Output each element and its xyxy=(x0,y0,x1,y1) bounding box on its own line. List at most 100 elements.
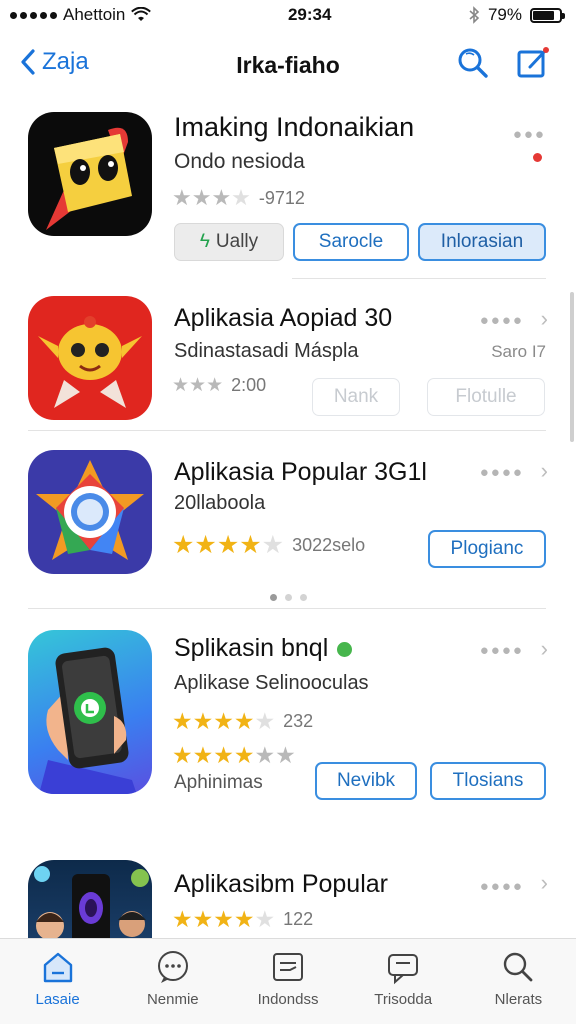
app-button-nank[interactable]: Nank xyxy=(312,378,400,416)
tab-label: Nenmie xyxy=(146,991,199,1008)
divider xyxy=(28,430,546,431)
chevron-right-icon[interactable]: › xyxy=(541,306,548,332)
button-label: Inlorasian xyxy=(440,231,524,252)
wifi-icon xyxy=(131,7,152,21)
star-rating-icon: ★★★★★ xyxy=(172,531,285,559)
tab-label: Lasaie xyxy=(35,991,80,1008)
more-dots-icon[interactable]: ●●●● xyxy=(480,878,524,895)
page-dot[interactable] xyxy=(269,594,277,601)
divider xyxy=(292,278,546,279)
app-subtitle: 20llaboola xyxy=(174,492,266,514)
app-subtitle: Sdinastasadi Máspla xyxy=(174,340,359,362)
app-row-4[interactable]: Splikasin bnql Aplikase Selinooculas ★★★… xyxy=(0,628,576,828)
tab-messages[interactable]: Trisodda xyxy=(346,939,461,1024)
messages-icon xyxy=(388,954,419,985)
rating-count: 2:00 xyxy=(231,375,267,395)
battery-icon xyxy=(530,7,565,23)
star-rating-icon: ★★★★★ xyxy=(172,906,276,932)
tab-tablet[interactable]: Indondss xyxy=(230,939,345,1024)
chevron-right-icon[interactable]: › xyxy=(541,870,548,896)
app-button-sarocle[interactable]: Sarocle xyxy=(293,223,409,261)
scrollbar[interactable] xyxy=(570,292,574,442)
star-rating-icon: ★★★ xyxy=(172,375,224,396)
status-right: 79% xyxy=(468,5,565,25)
app-subtitle: Ondo nesioda xyxy=(174,150,305,173)
signal-icon xyxy=(10,11,57,19)
app-button-nevibk[interactable]: Nevibk xyxy=(315,762,417,800)
button-label: Flotulle xyxy=(455,386,517,407)
tablet-icon xyxy=(273,953,303,981)
app-name: Splikasin bnql xyxy=(174,634,353,663)
tab-search[interactable]: Nlerats xyxy=(461,939,576,1024)
app-name-text: Splikasin bnql xyxy=(174,634,329,662)
button-label: Plogianc xyxy=(450,538,524,559)
chevron-right-icon[interactable]: › xyxy=(541,636,548,662)
app-icon-phone-hand[interactable] xyxy=(28,630,152,794)
page-dot[interactable] xyxy=(299,594,307,601)
app-name: Aplikasibm Popular xyxy=(174,870,388,898)
chevron-right-icon[interactable]: › xyxy=(541,458,548,484)
app-name: Imaking Indonaikian xyxy=(174,112,415,142)
rocket-character-icon xyxy=(46,127,132,230)
app-icon-game-characters[interactable] xyxy=(28,860,152,938)
navigation-bar: Zaja Irka-fiaho xyxy=(0,30,576,100)
character-icon xyxy=(38,316,142,408)
home-icon xyxy=(43,952,72,983)
tab-chat[interactable]: Nenmie xyxy=(115,939,230,1024)
app-rating: ★★★★★ 3022selo xyxy=(172,530,365,560)
page-indicator[interactable] xyxy=(0,594,576,601)
button-label: Ually xyxy=(215,231,259,252)
app-row-1[interactable]: Imaking Indonaikian Ondo nesioda ★★★★ -9… xyxy=(0,110,576,280)
app-rating: ★★★ 2:00 xyxy=(172,374,266,397)
carrier-label: Ahettoin xyxy=(63,5,126,24)
button-label: Nevibk xyxy=(336,770,396,791)
verified-icon xyxy=(337,641,353,657)
app-rating-secondary: ★★★★★★ xyxy=(172,742,296,769)
side-note: Saro I7 xyxy=(491,342,546,361)
compose-icon[interactable] xyxy=(516,46,550,80)
app-icon-rocket-character[interactable] xyxy=(28,112,152,236)
tab-label: Nlerats xyxy=(494,991,543,1008)
more-dots-icon[interactable]: ●●●● xyxy=(480,464,524,481)
star-rating-icon: ★★★★★ xyxy=(172,708,276,734)
rating-count: -9712 xyxy=(258,187,305,208)
tab-label: Indondss xyxy=(257,991,319,1008)
app-row-5[interactable]: Aplikasibm Popular ★★★★★ 122 ●●●● › xyxy=(0,858,576,938)
status-left: Ahettoin xyxy=(10,5,152,25)
app-icon-chrome-star[interactable] xyxy=(28,450,152,574)
app-button-inlorasian[interactable]: Inlorasian xyxy=(418,223,546,261)
app-row-3[interactable]: Aplikasia Popular 3G1l 20llaboola ★★★★★ … xyxy=(0,446,576,586)
page-dot[interactable] xyxy=(284,594,292,601)
rating-count: 3022selo xyxy=(292,534,366,555)
extra-label: Aphinimas xyxy=(174,772,263,793)
star-rating-icon: ★★★★ xyxy=(172,185,251,210)
app-button-flotulle[interactable]: Flotulle xyxy=(427,378,545,416)
app-subtitle: Aplikase Selinooculas xyxy=(174,672,369,694)
chat-icon xyxy=(157,951,188,983)
more-dots-icon[interactable]: ●●● xyxy=(513,126,546,143)
button-label: Tlosians xyxy=(452,770,524,791)
tab-bar: Lasaie Nenmie Indondss Trisodda Nlerats xyxy=(0,938,576,1024)
notification-dot xyxy=(533,153,542,162)
app-name: Aplikasia Popular 3G1l xyxy=(174,458,427,486)
phone-in-hand-icon xyxy=(39,647,137,794)
more-dots-icon[interactable]: ●●●● xyxy=(480,642,524,659)
bolt-icon: ϟ xyxy=(199,231,210,252)
search-icon[interactable] xyxy=(456,46,490,80)
app-rating: ★★★★★ 122 xyxy=(172,906,313,933)
tab-label: Trisodda xyxy=(374,991,433,1008)
app-button-tlosians[interactable]: Tlosians xyxy=(430,762,546,800)
app-button-plogianc[interactable]: Plogianc xyxy=(428,530,546,568)
colorful-star-icon xyxy=(36,460,144,560)
app-icon-red-character[interactable] xyxy=(28,296,152,420)
rating-count: 122 xyxy=(283,909,314,929)
status-time: 29:34 xyxy=(287,5,332,24)
tab-home[interactable]: Lasaie xyxy=(0,939,115,1024)
app-button-ually[interactable]: ϟ Ually xyxy=(174,223,284,261)
app-row-2[interactable]: Aplikasia Aopiad 30 Sdinastasadi Máspla … xyxy=(0,292,576,428)
star-rating-icon: ★★★★★★ xyxy=(172,742,296,768)
app-name: Aplikasia Aopiad 30 xyxy=(174,304,393,332)
battery-percent: 79% xyxy=(487,5,522,24)
more-dots-icon[interactable]: ●●●● xyxy=(480,312,524,329)
app-rating: ★★★★ -9712 xyxy=(172,185,305,211)
